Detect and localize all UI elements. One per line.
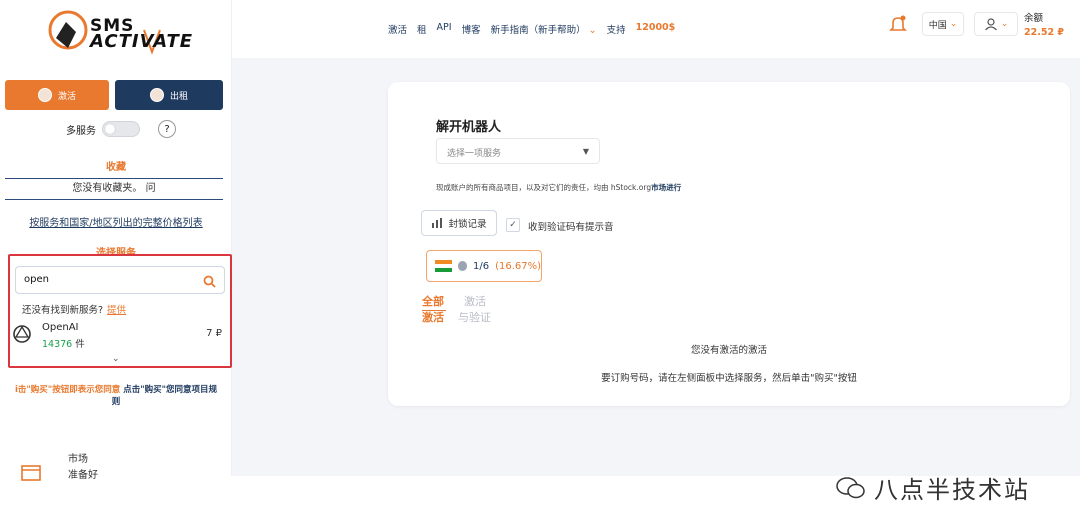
market-label: 市场 <box>68 454 88 465</box>
service-count-value: 14376 <box>42 339 73 350</box>
disclaimer-text: 现成账户的所有商品项目，以及对它们的责任，均由 hStock.org <box>436 183 652 192</box>
watermark-text: 八点半技术站 <box>874 476 1030 504</box>
service-count: 14376 件 <box>42 336 85 350</box>
service-select-placeholder: 选择一项服务 <box>447 149 502 159</box>
user-menu[interactable]: ⌄ <box>974 12 1018 36</box>
openai-icon <box>12 324 32 348</box>
caret-down-icon: ▼ <box>582 147 589 156</box>
nav-api[interactable]: API <box>437 22 452 36</box>
globe-icon <box>457 261 467 271</box>
avatar-icon <box>149 88 164 102</box>
service-name: OpenAI <box>42 322 79 333</box>
activate-mode-button[interactable]: 激活 <box>5 80 109 110</box>
market-sublabel: 准备好 <box>68 470 98 481</box>
nav-guide-label: 新手指南（新手帮助） <box>490 25 586 36</box>
order-hint: 要订购号码，请在左侧面板中选择服务，然后单击"购买"按钮 <box>601 373 857 384</box>
service-count-unit: 件 <box>75 339 85 350</box>
service-search-panel: open 还没有找到新服务? 提供 OpenAI 14376 件 7 ₽ ⌄ <box>8 254 232 368</box>
nav-guide[interactable]: 新手指南（新手帮助） ⌄ <box>491 22 597 36</box>
lock-records-button[interactable]: 封锁记录 <box>421 210 497 236</box>
chevron-down-icon[interactable]: ⌄ <box>112 354 120 364</box>
no-activations-text: 您没有激活的激活 <box>690 345 767 356</box>
provide-link[interactable]: 提供 <box>107 305 126 316</box>
multi-service-label: 多服务 <box>66 125 96 137</box>
nav-blog[interactable]: 博客 <box>462 22 481 36</box>
sound-checkbox[interactable]: ✓ <box>506 218 520 232</box>
disclaimer-link[interactable]: 市场进行 <box>651 183 681 192</box>
balance[interactable]: 余额 22.52 ₽ <box>1024 12 1064 40</box>
nav-activate[interactable]: 激活 <box>388 22 407 36</box>
terms-line2: 则 <box>111 397 121 407</box>
card-title: 解开机器人 <box>436 120 502 135</box>
market-icon <box>21 465 41 481</box>
price-list-link[interactable]: 按服务和国家/地区列出的完整价格列表 <box>0 214 232 229</box>
search-icon[interactable] <box>203 273 216 292</box>
terms-text: i击"购买"按钮即表示您同意 点击"购买"您同意项目规 则 <box>0 384 232 408</box>
tab-act-line1: 激活 <box>464 295 486 308</box>
lock-records-label: 封锁记录 <box>448 219 487 230</box>
not-found-text: 还没有找到新服务? <box>22 305 104 316</box>
nav-promo[interactable]: 12000$ <box>636 22 676 36</box>
top-bar: 激活 租 API 博客 新手指南（新手帮助） ⌄ 支持 12000$ 中国 ⌄ … <box>232 0 1080 58</box>
user-icon <box>984 18 997 31</box>
chevron-down-icon: ⌄ <box>949 19 958 29</box>
service-select[interactable]: 选择一项服务 ▼ <box>436 138 600 164</box>
favorites-empty: 您没有收藏夹。 问 <box>5 178 223 200</box>
tab-all-line2: 激活 <box>422 311 444 324</box>
tab-all-activations[interactable]: 全部 激活 <box>422 294 446 326</box>
rent-mode-label: 出租 <box>169 91 188 102</box>
country-percent: (16.67%) <box>495 260 541 272</box>
search-value: open <box>24 274 49 285</box>
watermark: 八点半技术站 <box>836 470 1030 505</box>
service-price: 7 ₽ <box>206 328 222 339</box>
multi-service-toggle[interactable] <box>102 121 140 137</box>
country-fraction: 1/6 <box>472 260 490 272</box>
logo-text: SMS ACTIVATE <box>90 18 194 52</box>
disclaimer: 现成账户的所有商品项目，以及对它们的责任，均由 hStock.org市场进行 <box>436 182 681 193</box>
sidebar: SMS ACTIVATE 激活 出租 多服务 ? 收藏 您没有收藏夹。 问 按服… <box>0 0 232 481</box>
chart-icon <box>432 218 443 228</box>
service-item-openai[interactable]: OpenAI 14376 件 7 ₽ <box>10 318 230 354</box>
service-search-input[interactable]: open <box>15 266 225 294</box>
logo[interactable]: SMS ACTIVATE <box>46 8 192 64</box>
tab-activation-verification[interactable]: 激活 与验证 <box>458 294 491 326</box>
nav-rent[interactable]: 租 <box>417 22 427 36</box>
sound-label: 收到验证码有提示音 <box>528 222 614 233</box>
balance-amount: 22.52 ₽ <box>1024 27 1064 38</box>
rent-mode-button[interactable]: 出租 <box>115 80 223 110</box>
chevron-down-icon: ⌄ <box>588 25 597 36</box>
wechat-icon <box>836 476 865 498</box>
avatar-icon <box>37 88 52 102</box>
terms-blue[interactable]: 点击"购买"您同意项目规 <box>123 385 217 395</box>
page: { "sidebar": { "logo": {"line1": "SMS", … <box>0 0 1080 532</box>
country-selector[interactable]: 中国 ⌄ <box>922 12 964 36</box>
chevron-down-icon: ⌄ <box>1000 19 1009 29</box>
help-icon[interactable]: ? <box>158 120 176 138</box>
not-found-row: 还没有找到新服务? 提供 <box>22 302 126 316</box>
activation-card: 解开机器人 选择一项服务 ▼ 现成账户的所有商品项目，以及对它们的责任，均由 h… <box>388 82 1070 406</box>
logo-line2: ACTIVATE <box>90 31 194 52</box>
country-stats[interactable]: 1/6 (16.67%) <box>426 250 542 282</box>
terms-orange: i击"购买"按钮即表示您同意 <box>14 385 121 395</box>
country-label: 中国 <box>928 20 947 31</box>
nav-support[interactable]: 支持 <box>607 22 626 36</box>
bell-icon[interactable] <box>888 14 908 38</box>
main-nav: 激活 租 API 博客 新手指南（新手帮助） ⌄ 支持 12000$ <box>388 22 675 36</box>
india-flag-icon <box>435 260 452 272</box>
tab-all-line1: 全部 <box>422 295 444 308</box>
tab-act-line2: 与验证 <box>458 311 491 324</box>
activate-mode-label: 激活 <box>57 91 76 102</box>
favorites-title: 收藏 <box>106 162 126 173</box>
multi-service-row: 多服务 ? <box>66 120 176 138</box>
balance-label: 余额 <box>1024 13 1044 24</box>
